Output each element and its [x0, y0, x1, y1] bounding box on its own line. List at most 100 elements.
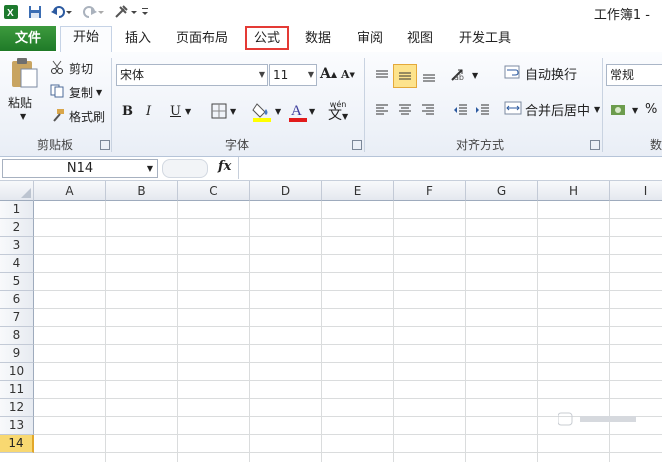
align-left-icon[interactable]	[371, 100, 393, 120]
row-header-10[interactable]: 10	[0, 363, 34, 381]
font-size-dropdown-icon[interactable]: ▼	[308, 65, 314, 85]
row-header-7[interactable]: 7	[0, 309, 34, 327]
column-header-a[interactable]: A	[34, 181, 106, 201]
decrease-indent-icon[interactable]	[450, 100, 472, 120]
paste-dropdown-icon[interactable]: ▼	[20, 112, 26, 121]
increase-indent-icon[interactable]	[472, 100, 494, 120]
column-header-i[interactable]: I	[610, 181, 662, 201]
row-header-13[interactable]: 13	[0, 417, 34, 435]
undo-icon[interactable]	[48, 3, 74, 21]
copy-icon	[50, 84, 66, 101]
font-color-dropdown-icon[interactable]: ▼	[309, 107, 315, 116]
tab-insert[interactable]: 插入	[118, 28, 158, 50]
number-format-combo[interactable]: 常规	[606, 64, 662, 86]
grid-row-line	[34, 308, 662, 309]
percent-button[interactable]: %	[645, 102, 657, 117]
row-header-4[interactable]: 4	[0, 255, 34, 273]
font-launcher-icon[interactable]	[352, 140, 362, 150]
row-header-14[interactable]: 14	[0, 435, 34, 453]
column-header-c[interactable]: C	[178, 181, 250, 201]
orientation-dropdown-icon[interactable]: ▼	[472, 71, 478, 80]
tab-view[interactable]: 视图	[400, 28, 440, 50]
borders-icon[interactable]: ▼	[210, 102, 236, 120]
underline-dropdown-icon[interactable]: ▼	[185, 107, 191, 116]
tab-page-layout[interactable]: 页面布局	[172, 28, 232, 50]
row-header-8[interactable]: 8	[0, 327, 34, 345]
wrap-text-button[interactable]: 自动换行	[504, 64, 577, 83]
tab-file[interactable]: 文件	[0, 26, 56, 51]
row-header-3[interactable]: 3	[0, 237, 34, 255]
accounting-format-icon[interactable]: ▼	[610, 102, 638, 118]
grid-row-line	[34, 434, 662, 435]
tab-review[interactable]: 审阅	[350, 28, 390, 50]
svg-text:A: A	[291, 103, 302, 119]
customize-qa-icon[interactable]	[140, 3, 150, 21]
row-header-1[interactable]: 1	[0, 201, 34, 219]
svg-text:ab: ab	[454, 73, 464, 82]
row-header-12[interactable]: 12	[0, 399, 34, 417]
align-middle-icon[interactable]	[393, 64, 417, 88]
tab-data[interactable]: 数据	[298, 28, 338, 50]
redo-icon[interactable]	[80, 3, 106, 21]
column-header-g[interactable]: G	[466, 181, 538, 201]
watermark	[557, 410, 638, 431]
phonetic-icon[interactable]: wén 文▼	[328, 100, 348, 122]
underline-button[interactable]: U	[170, 104, 181, 119]
row-header-2[interactable]: 2	[0, 219, 34, 237]
copy-button[interactable]: 复制 ▼	[50, 84, 102, 101]
font-color-icon[interactable]: A ▼	[288, 100, 315, 122]
bold-button[interactable]: B	[122, 104, 133, 119]
grow-font-icon[interactable]: A ▲	[320, 66, 337, 82]
clipboard-launcher-icon[interactable]	[100, 140, 110, 150]
column-header-e[interactable]: E	[322, 181, 394, 201]
cut-button[interactable]: 剪切	[50, 60, 93, 77]
font-size-combo[interactable]: 11 ▼	[269, 64, 317, 86]
align-center-icon[interactable]	[394, 100, 416, 120]
align-top-icon[interactable]	[371, 66, 393, 86]
copy-label: 复制	[69, 86, 94, 100]
clipboard-group-label: 剪贴板	[36, 138, 73, 152]
row-header-9[interactable]: 9	[0, 345, 34, 363]
row-header-5[interactable]: 5	[0, 273, 34, 291]
name-box-dropdown-icon[interactable]: ▼	[147, 160, 153, 177]
tab-home[interactable]: 开始	[60, 26, 112, 52]
shrink-font-icon[interactable]: A ▼	[341, 68, 355, 81]
orientation-icon[interactable]: ab ▼	[450, 68, 478, 82]
column-header-d[interactable]: D	[250, 181, 322, 201]
row-header-11[interactable]: 11	[0, 381, 34, 399]
align-right-icon[interactable]	[417, 100, 439, 120]
wrap-text-label: 自动换行	[525, 68, 578, 83]
format-painter-button[interactable]: 格式刷	[50, 108, 105, 125]
tools-icon[interactable]	[112, 3, 138, 21]
merge-center-button[interactable]: 合并后居中 ▼	[504, 100, 600, 119]
font-name-dropdown-icon[interactable]: ▼	[259, 65, 265, 85]
accounting-dropdown-icon[interactable]: ▼	[632, 106, 638, 115]
paste-button[interactable]: 粘贴	[8, 94, 32, 111]
tab-developer[interactable]: 开发工具	[452, 28, 518, 50]
alignment-launcher-icon[interactable]	[590, 140, 600, 150]
column-header-f[interactable]: F	[394, 181, 466, 201]
copy-dropdown-icon[interactable]: ▼	[96, 88, 102, 97]
row-header-6[interactable]: 6	[0, 291, 34, 309]
italic-button[interactable]: I	[146, 104, 151, 119]
grid-row-line	[34, 452, 662, 453]
name-box[interactable]: N14 ▼	[2, 159, 158, 178]
font-name-combo[interactable]: 宋体 ▼	[116, 64, 268, 86]
column-header-h[interactable]: H	[538, 181, 610, 201]
merge-dropdown-icon[interactable]: ▼	[594, 105, 600, 114]
select-all-corner[interactable]	[0, 181, 34, 201]
number-group-label: 数	[650, 138, 662, 152]
font-name-value: 宋体	[120, 68, 145, 82]
column-header-b[interactable]: B	[106, 181, 178, 201]
align-bottom-icon[interactable]	[418, 66, 440, 86]
insert-function-icon[interactable]: fx	[218, 159, 231, 174]
grid-column-line	[465, 201, 466, 462]
paste-icon[interactable]	[6, 56, 42, 90]
fill-color-dropdown-icon[interactable]: ▼	[275, 107, 281, 116]
wrap-text-icon	[504, 64, 522, 83]
save-icon[interactable]	[26, 3, 44, 21]
borders-dropdown-icon[interactable]: ▼	[230, 107, 236, 116]
formula-bar-handle[interactable]	[162, 159, 208, 178]
fill-color-icon[interactable]: ▼	[252, 100, 281, 122]
formula-input[interactable]	[238, 157, 662, 179]
